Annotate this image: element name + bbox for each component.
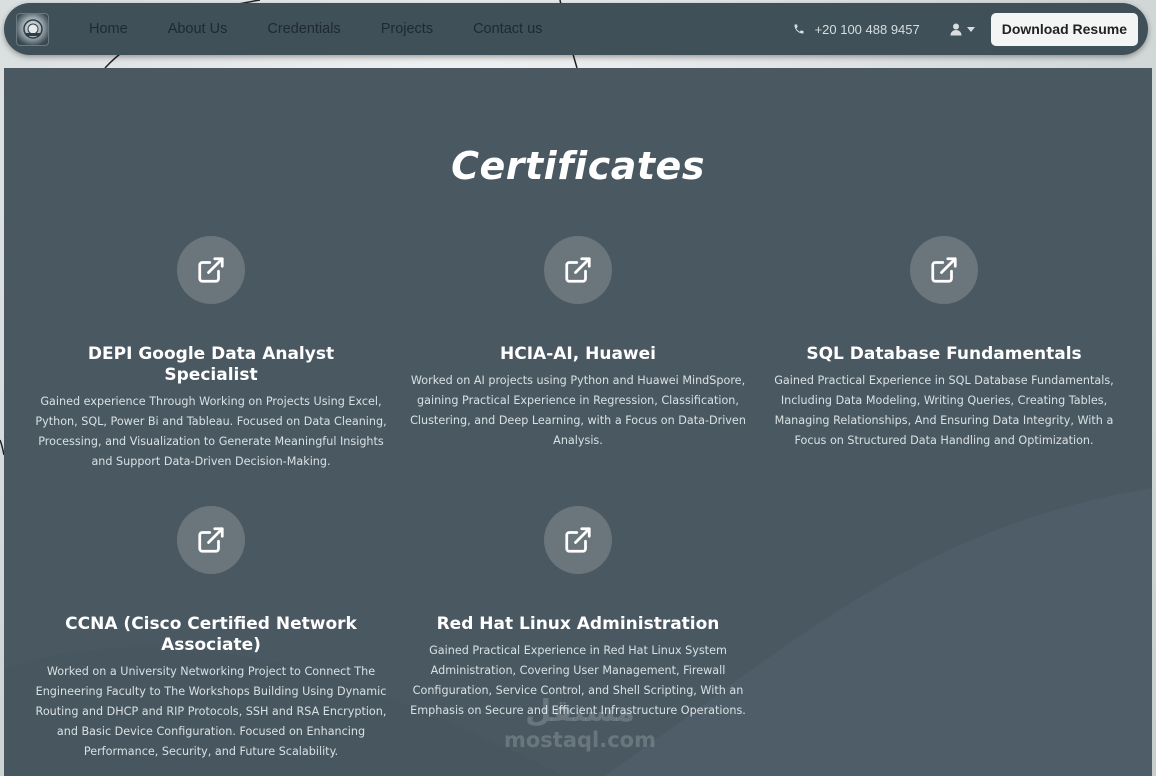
nav-link-contact-us[interactable]: Contact us bbox=[473, 21, 542, 37]
logo-icon bbox=[22, 19, 43, 39]
top-navbar: Home About Us Credentials Projects Conta… bbox=[4, 3, 1148, 55]
certificate-link-button[interactable] bbox=[177, 236, 245, 304]
certificate-title: Red Hat Linux Administration bbox=[436, 614, 720, 634]
watermark: مستقل mostaql.com bbox=[490, 694, 670, 753]
section-title: Certificates bbox=[451, 144, 705, 188]
certificate-card: SQL Database Fundamentals Gained Practic… bbox=[764, 236, 1124, 451]
nav-links: Home About Us Credentials Projects Conta… bbox=[89, 21, 582, 37]
site-logo[interactable] bbox=[16, 12, 49, 46]
nav-link-about-us[interactable]: About Us bbox=[168, 21, 228, 37]
external-link-icon bbox=[931, 257, 957, 283]
nav-link-credentials[interactable]: Credentials bbox=[267, 21, 340, 37]
user-icon bbox=[950, 23, 962, 35]
certificate-link-button[interactable] bbox=[544, 236, 612, 304]
certificate-link-button[interactable] bbox=[177, 506, 245, 574]
phone-icon bbox=[794, 24, 804, 34]
nav-right: +20 100 488 9457 Download Resume bbox=[793, 12, 1138, 46]
chevron-down-icon bbox=[966, 26, 975, 32]
certificate-title: HCIA-AI, Huawei bbox=[500, 344, 656, 364]
external-link-icon bbox=[565, 257, 591, 283]
certificate-description: Gained experience Through Working on Pro… bbox=[35, 395, 387, 468]
external-link-icon bbox=[198, 527, 224, 553]
certificate-title: DEPI Google Data Analyst Specialist bbox=[87, 344, 335, 385]
download-resume-button[interactable]: Download Resume bbox=[990, 12, 1138, 46]
nav-link-home[interactable]: Home bbox=[89, 21, 128, 37]
nav-link-projects[interactable]: Projects bbox=[381, 21, 433, 37]
certificate-card: HCIA-AI, Huawei Worked on AI projects us… bbox=[398, 236, 758, 451]
phone-contact[interactable]: +20 100 488 9457 bbox=[793, 22, 920, 37]
certificate-card: DEPI Google Data Analyst Specialist Gain… bbox=[31, 236, 391, 472]
certificate-description: Worked on AI projects using Python and H… bbox=[410, 374, 746, 447]
certificate-link-button[interactable] bbox=[910, 236, 978, 304]
user-menu-toggle[interactable] bbox=[950, 23, 975, 36]
certificate-description: Worked on a University Networking Projec… bbox=[35, 665, 387, 758]
watermark-latin: mostaql.com bbox=[504, 728, 656, 752]
phone-number: +20 100 488 9457 bbox=[814, 21, 920, 37]
certificate-title: SQL Database Fundamentals bbox=[806, 344, 1082, 364]
watermark-arabic: مستقل bbox=[525, 694, 635, 729]
external-link-icon bbox=[565, 527, 591, 553]
certificate-link-button[interactable] bbox=[544, 506, 612, 574]
certificate-card: CCNA (Cisco Certified Network Associate)… bbox=[31, 506, 391, 762]
certificates-section: Certificates DEPI Google Data Analyst Sp… bbox=[4, 68, 1152, 776]
certificate-title: CCNA (Cisco Certified Network Associate) bbox=[65, 614, 357, 655]
certificate-card: Red Hat Linux Administration Gained Prac… bbox=[398, 506, 758, 721]
external-link-icon bbox=[198, 257, 224, 283]
certificate-description: Gained Practical Experience in SQL Datab… bbox=[774, 374, 1114, 447]
